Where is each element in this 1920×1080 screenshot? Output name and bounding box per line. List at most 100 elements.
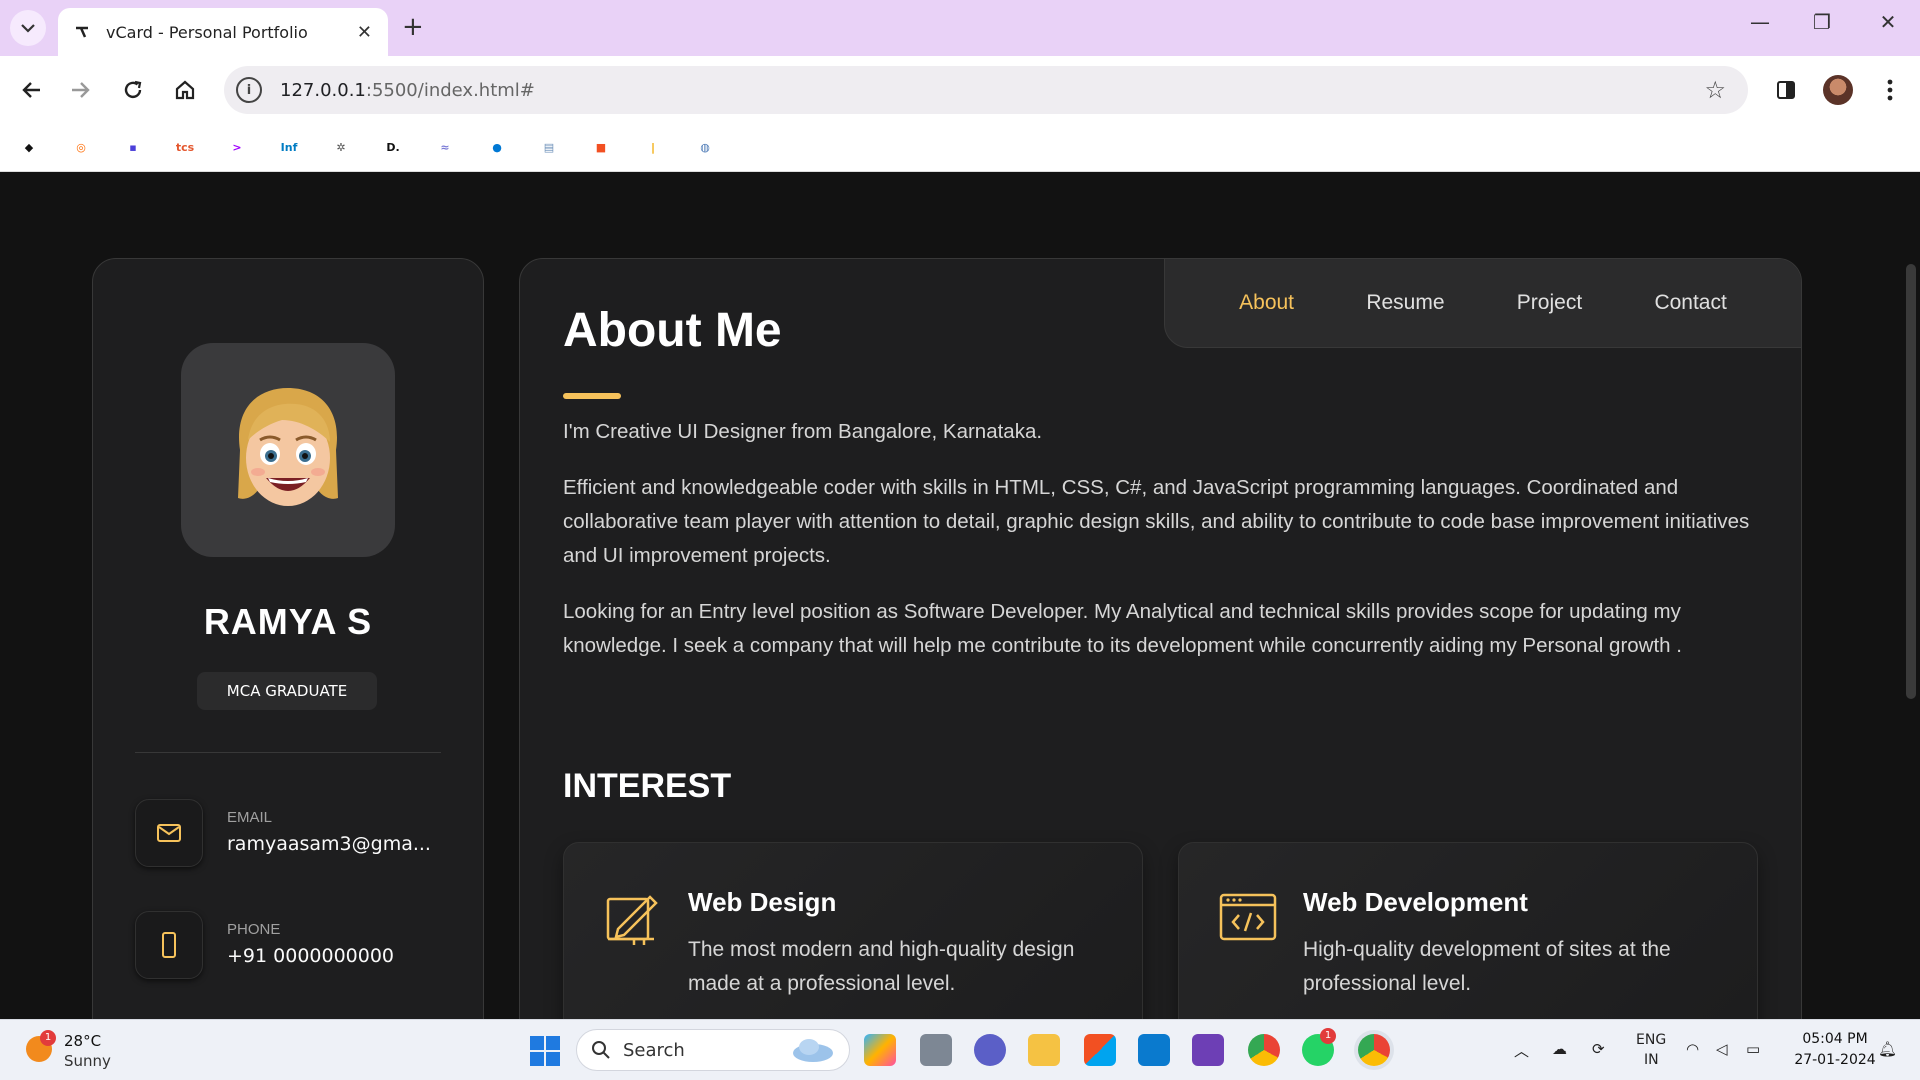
chrome-icon[interactable]: [1248, 1034, 1280, 1066]
reload-icon: [124, 80, 142, 99]
notification-bell-icon[interactable]: 🔔︎: [1878, 1040, 1897, 1058]
portfolio-page: RAMYA S MCA GRADUATE EMAIL ramyaasam3@gm…: [0, 172, 1920, 1019]
new-tab-button[interactable]: +: [402, 12, 424, 42]
page-scrollbar-thumb[interactable]: [1906, 264, 1916, 699]
side-panel-button[interactable]: [1770, 74, 1802, 106]
chrome-profile-icon[interactable]: [1358, 1034, 1390, 1066]
kebab-menu-icon: [1887, 79, 1893, 101]
url-path: :5500/index.html#: [365, 79, 535, 101]
reload-button[interactable]: [116, 73, 150, 107]
forward-button[interactable]: [64, 73, 98, 107]
visual-studio-icon[interactable]: [1192, 1034, 1224, 1066]
bookmark-star-icon[interactable]: ☆: [1704, 76, 1726, 104]
nav-link-resume[interactable]: Resume: [1366, 291, 1444, 315]
profile-button[interactable]: [1822, 74, 1854, 106]
minimize-button[interactable]: —: [1740, 10, 1780, 34]
active-tab[interactable]: vCard - Personal Portfolio ✕: [58, 8, 388, 56]
volume-icon[interactable]: ◁: [1716, 1040, 1728, 1058]
whatsapp-badge: 1: [1320, 1028, 1336, 1044]
weather-badge: 1: [40, 1030, 56, 1046]
tab-favicon-icon: [76, 26, 88, 38]
tab-strip: vCard - Personal Portfolio ✕ + — ❐ ✕: [0, 0, 1920, 56]
contact-email-label: EMAIL: [227, 809, 273, 826]
tab-title: vCard - Personal Portfolio: [106, 22, 308, 42]
bookmark-doc-icon[interactable]: ▤: [538, 136, 560, 158]
bookmark-tcs-icon[interactable]: tcs: [174, 136, 196, 158]
contact-phone-label: PHONE: [227, 921, 281, 938]
sidebar-separator: [135, 752, 441, 753]
tray-overflow-icon[interactable]: ︿: [1514, 1040, 1529, 1061]
url-text[interactable]: 127.0.0.1:5500/index.html#: [280, 80, 1704, 101]
home-button[interactable]: [168, 73, 202, 107]
profile-title-badge: MCA GRADUATE: [197, 672, 377, 710]
address-bar[interactable]: i 127.0.0.1:5500/index.html# ☆: [224, 66, 1748, 114]
interest-heading: INTEREST: [563, 767, 732, 805]
contact-phone: PHONE +91 0000000000: [135, 911, 455, 981]
vscode-icon[interactable]: [1138, 1034, 1170, 1066]
sync-icon[interactable]: ⟳: [1592, 1040, 1605, 1058]
nav-link-about[interactable]: About: [1239, 291, 1294, 315]
about-paragraph-2: Efficient and knowledgeable coder with s…: [563, 476, 1750, 567]
bookmark-microsoft-icon[interactable]: ■: [590, 136, 612, 158]
contact-email-value[interactable]: ramyaasam3@gma...: [227, 833, 431, 855]
tab-close-icon[interactable]: ✕: [357, 22, 372, 43]
onedrive-icon[interactable]: ☁: [1552, 1040, 1567, 1058]
site-info-icon[interactable]: i: [236, 77, 262, 103]
bookmark-wave-icon[interactable]: ≈: [434, 136, 456, 158]
bookmark-ring-icon[interactable]: ◎: [70, 136, 92, 158]
profile-name: RAMYA S: [203, 601, 373, 642]
phone-icon: [135, 911, 203, 979]
tab-search-button[interactable]: [10, 10, 46, 46]
region-indicator[interactable]: IN: [1644, 1052, 1659, 1068]
bookmark-infosys-icon[interactable]: Inf: [278, 136, 300, 158]
weather-temperature[interactable]: 28°C: [64, 1032, 101, 1050]
bookmark-accenture-icon[interactable]: >: [226, 136, 248, 158]
close-window-button[interactable]: ✕: [1868, 10, 1908, 34]
file-explorer-icon[interactable]: [1028, 1034, 1060, 1066]
browser-menu-button[interactable]: [1874, 74, 1906, 106]
language-indicator[interactable]: ENG: [1636, 1032, 1666, 1048]
bookmarks-bar: ◆ ◎ ▪ tcs > Inf ✲ D. ≈ ● ▤ ■ | ◍: [0, 124, 1920, 172]
task-view-icon[interactable]: [920, 1034, 952, 1066]
interest-card-title: Web Design: [688, 887, 837, 917]
bookmark-edge-icon[interactable]: ●: [486, 136, 508, 158]
search-label: Search: [623, 1039, 685, 1061]
bookmark-logo-icon[interactable]: ◍: [694, 136, 716, 158]
windows-taskbar: 1 28°C Sunny Search 1 ︿ ☁ ⟳ ENG IN ◠ ◁ ▭…: [0, 1019, 1920, 1080]
restore-button[interactable]: ❐: [1802, 10, 1842, 34]
profile-avatar-box: [181, 343, 395, 557]
interest-card-title: Web Development: [1303, 887, 1528, 917]
url-host: 127.0.0.1: [280, 79, 366, 101]
browser-toolbar: i 127.0.0.1:5500/index.html# ☆: [0, 56, 1920, 124]
copilot-app-icon[interactable]: [864, 1034, 896, 1066]
title-underline: [563, 393, 621, 399]
bookmark-d-icon[interactable]: D.: [382, 136, 404, 158]
arrow-right-icon: [72, 82, 90, 98]
mail-icon: [135, 799, 203, 867]
nav-link-project[interactable]: Project: [1517, 291, 1582, 315]
page-title: About Me: [563, 304, 782, 357]
teams-chat-icon[interactable]: [974, 1034, 1006, 1066]
microsoft-store-icon[interactable]: [1084, 1034, 1116, 1066]
interest-card-web-development: Web Development High-quality development…: [1178, 842, 1758, 1019]
clock-time[interactable]: 05:04 PM: [1790, 1031, 1880, 1047]
about-article: About Resume Project Contact About Me I'…: [519, 258, 1802, 1019]
bookmark-purple-icon[interactable]: ▪: [122, 136, 144, 158]
wifi-icon[interactable]: ◠: [1686, 1040, 1699, 1058]
clock-date[interactable]: 27-01-2024: [1790, 1052, 1880, 1068]
bookmark-bars-icon[interactable]: |: [642, 136, 664, 158]
weather-description[interactable]: Sunny: [64, 1052, 111, 1070]
start-button[interactable]: [530, 1036, 560, 1066]
about-paragraph-3: Looking for an Entry level position as S…: [563, 600, 1682, 657]
taskbar-search[interactable]: Search: [576, 1029, 850, 1071]
side-panel-icon: [1777, 81, 1795, 99]
contact-phone-value[interactable]: +91 0000000000: [227, 945, 394, 967]
interest-card-text: High-quality development of sites at the…: [1303, 938, 1671, 995]
battery-icon[interactable]: ▭: [1746, 1040, 1760, 1058]
back-button[interactable]: [14, 73, 48, 107]
bookmark-generic-icon[interactable]: ◆: [18, 136, 40, 158]
search-icon: [592, 1041, 610, 1059]
bookmark-robot-icon[interactable]: ✲: [330, 136, 352, 158]
interest-card-text: The most modern and high-quality design …: [688, 938, 1075, 995]
nav-link-contact[interactable]: Contact: [1654, 291, 1726, 315]
